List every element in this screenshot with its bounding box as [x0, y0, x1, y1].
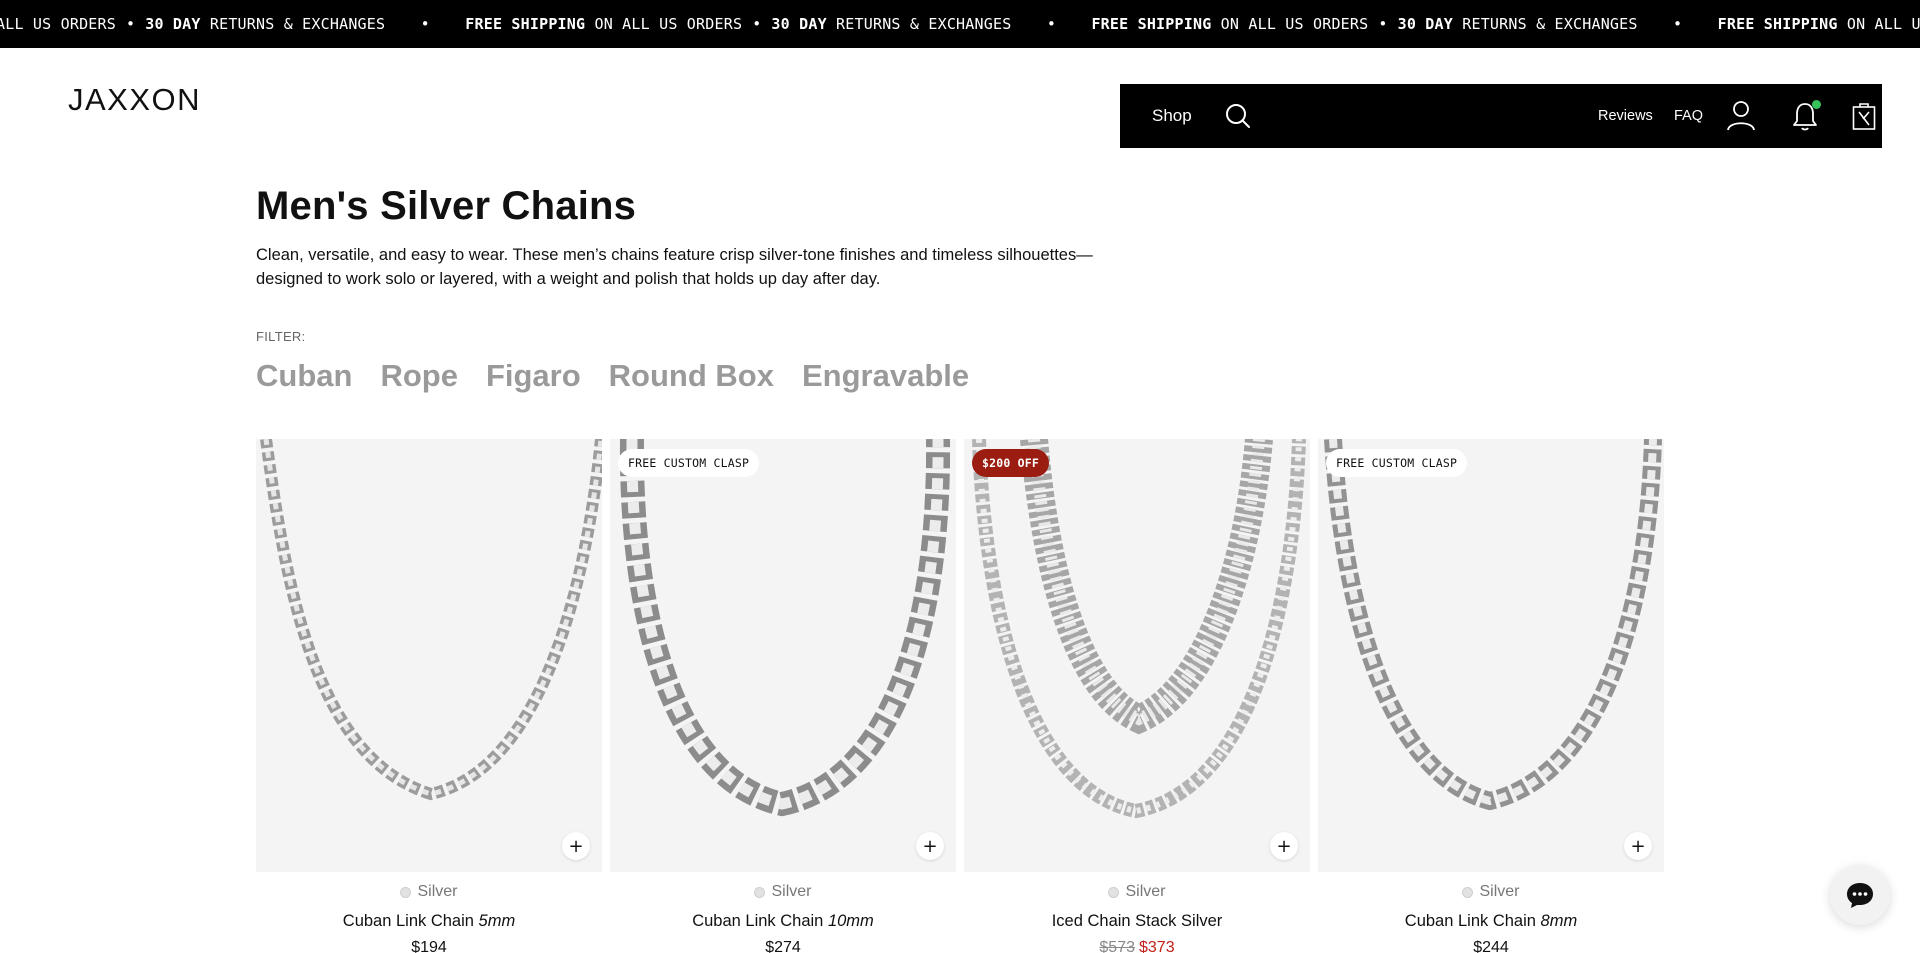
- site-logo[interactable]: JAXXON: [68, 82, 201, 118]
- announcement-track: ALL US ORDERS • 30 DAY RETURNS & EXCHANG…: [0, 0, 1920, 48]
- filter-rope[interactable]: Rope: [380, 358, 458, 394]
- swatch-row: Silver: [1318, 883, 1664, 901]
- announcement-bar: ALL US ORDERS • 30 DAY RETURNS & EXCHANG…: [0, 0, 1920, 48]
- announcement-item: FREE SHIPPING ON ALL US ORDERS • 30 DAY …: [1718, 15, 1920, 33]
- product-price: $573 $373: [964, 939, 1310, 953]
- chat-button[interactable]: [1830, 865, 1890, 925]
- filter-label: FILTER:: [256, 329, 306, 344]
- announcement-item: ALL US ORDERS • 30 DAY RETURNS & EXCHANG…: [0, 15, 385, 33]
- announcement-item: FREE SHIPPING ON ALL US ORDERS • 30 DAY …: [465, 15, 1011, 33]
- product-variant: 10mm: [827, 912, 874, 930]
- announcement-item: FREE SHIPPING ON ALL US ORDERS • 30 DAY …: [1091, 15, 1637, 33]
- product-name[interactable]: Cuban Link Chain 8mm: [1318, 912, 1664, 931]
- main-navbar: Shop Reviews FAQ: [1120, 84, 1882, 148]
- announcement-text: RETURNS & EXCHANGES: [1462, 15, 1638, 33]
- silver-swatch[interactable]: [400, 886, 412, 898]
- announcement-separator: •: [1673, 15, 1683, 33]
- original-price: $573: [1099, 939, 1135, 953]
- swatch-label: Silver: [1125, 883, 1166, 900]
- search-icon[interactable]: [1224, 102, 1252, 130]
- filter-round-box[interactable]: Round Box: [609, 358, 774, 394]
- swatch-row: Silver: [964, 883, 1310, 901]
- product-name[interactable]: Cuban Link Chain 10mm: [610, 912, 956, 931]
- promo-badge: FREE CUSTOM CLASP: [618, 449, 760, 477]
- product-card[interactable]: FREE CUSTOM CLASP + Silver Cuban Link Ch…: [610, 439, 956, 953]
- announcement-dot: •: [1378, 15, 1388, 33]
- product-card[interactable]: + Silver Cuban Link Chain 5mm $194: [256, 439, 602, 953]
- product-name[interactable]: Cuban Link Chain 5mm: [256, 912, 602, 931]
- announcement-bold: FREE SHIPPING: [1717, 15, 1838, 33]
- silver-swatch[interactable]: [1462, 886, 1474, 898]
- announcement-bold: 30 DAY: [1397, 15, 1453, 33]
- promo-badge: FREE CUSTOM CLASP: [1326, 449, 1468, 477]
- product-name[interactable]: Iced Chain Stack Silver: [964, 912, 1310, 931]
- nav-reviews-link[interactable]: Reviews: [1598, 108, 1653, 124]
- announcement-text: ALL US ORDERS: [0, 15, 116, 33]
- chain-image: [260, 439, 602, 801]
- add-to-cart-button[interactable]: +: [1624, 832, 1652, 860]
- silver-swatch[interactable]: [1108, 886, 1120, 898]
- chain-image: [1324, 439, 1662, 811]
- swatch-label: Silver: [771, 883, 812, 900]
- product-card[interactable]: $200 OFF + Silver Iced Chain Stack Silve…: [964, 439, 1310, 953]
- product-price: $274: [765, 939, 801, 953]
- add-to-cart-button[interactable]: +: [916, 832, 944, 860]
- product-card[interactable]: FREE CUSTOM CLASP + Silver Cuban Link Ch…: [1318, 439, 1664, 953]
- announcement-bold: FREE SHIPPING: [1091, 15, 1212, 33]
- sale-badge: $200 OFF: [972, 449, 1049, 477]
- announcement-text: ON ALL US ORDERS: [594, 15, 743, 33]
- cart-icon[interactable]: [1852, 101, 1876, 131]
- add-to-cart-button[interactable]: +: [562, 832, 590, 860]
- product-price: $244: [1473, 939, 1509, 953]
- nav-shop-link[interactable]: Shop: [1152, 106, 1192, 126]
- announcement-bold: 30 DAY: [145, 15, 201, 33]
- page-description: Clean, versatile, and easy to wear. Thes…: [256, 246, 1093, 288]
- product-image[interactable]: $200 OFF +: [964, 439, 1310, 872]
- chat-icon: [1847, 883, 1873, 908]
- product-image[interactable]: +: [256, 439, 602, 872]
- product-title: Cuban Link Chain: [342, 912, 474, 930]
- product-title: Iced Chain Stack Silver: [1051, 912, 1223, 930]
- product-title: Cuban Link Chain: [1404, 912, 1536, 930]
- announcement-separator: •: [420, 15, 430, 33]
- product-image[interactable]: FREE CUSTOM CLASP +: [1318, 439, 1664, 872]
- filter-list: Cuban Rope Figaro Round Box Engravable: [256, 358, 969, 394]
- product-variant: 8mm: [1540, 912, 1578, 930]
- product-title: Cuban Link Chain: [692, 912, 824, 930]
- filter-figaro[interactable]: Figaro: [486, 358, 581, 394]
- announcement-bold: 30 DAY: [771, 15, 827, 33]
- sale-price: $373: [1139, 939, 1175, 953]
- announcement-separator: •: [1046, 15, 1057, 33]
- announcement-text: RETURNS & EXCHANGES: [836, 15, 1012, 33]
- announcement-dot: •: [752, 15, 762, 33]
- announcement-bold: FREE SHIPPING: [465, 15, 586, 33]
- announcement-dot: •: [126, 15, 136, 33]
- filter-cuban[interactable]: Cuban: [256, 358, 352, 394]
- product-grid: + Silver Cuban Link Chain 5mm $194 FREE …: [256, 439, 1664, 953]
- announcement-text: ON ALL US ORDERS: [1220, 15, 1369, 33]
- swatch-row: Silver: [256, 883, 602, 901]
- silver-swatch[interactable]: [754, 886, 766, 898]
- chain-image: [972, 439, 1306, 819]
- notification-dot: [1812, 100, 1821, 109]
- announcement-text: ON ALL US ORDERS: [1846, 15, 1920, 33]
- swatch-label: Silver: [1479, 883, 1520, 900]
- swatch-row: Silver: [610, 883, 956, 901]
- product-image[interactable]: FREE CUSTOM CLASP +: [610, 439, 956, 872]
- add-to-cart-button[interactable]: +: [1270, 832, 1298, 860]
- filter-engravable[interactable]: Engravable: [802, 358, 969, 394]
- swatch-label: Silver: [417, 883, 458, 900]
- nav-faq-link[interactable]: FAQ: [1674, 108, 1703, 124]
- page-title: Men's Silver Chains: [256, 184, 637, 228]
- chain-image: [619, 439, 951, 817]
- account-icon[interactable]: [1726, 100, 1756, 132]
- product-price: $194: [411, 939, 447, 953]
- announcement-text: RETURNS & EXCHANGES: [209, 15, 386, 33]
- product-variant: 5mm: [478, 912, 516, 930]
